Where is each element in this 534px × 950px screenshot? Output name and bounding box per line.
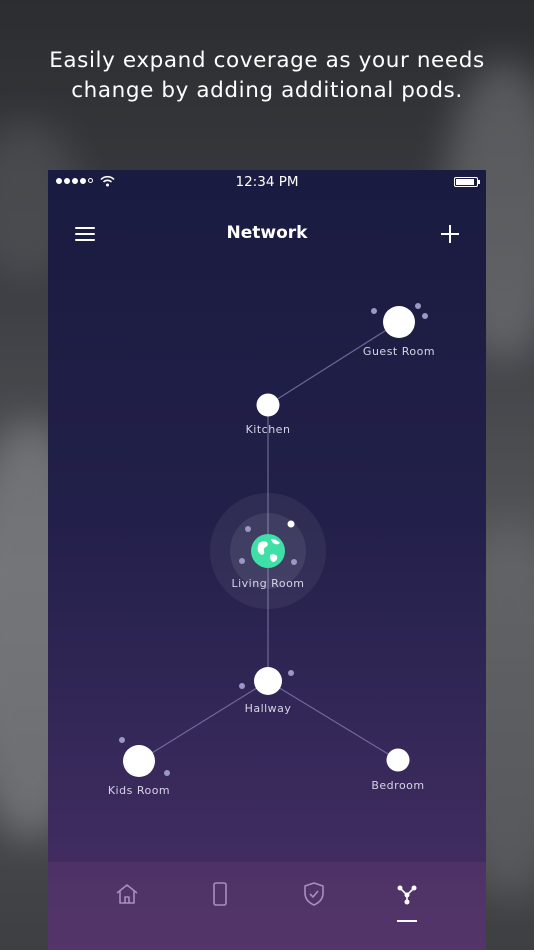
home-icon [116, 884, 138, 904]
tab-security[interactable] [294, 874, 334, 914]
tab-network[interactable] [387, 874, 427, 922]
pod-label-living-room: Living Room [231, 577, 305, 590]
pod-kitchen-node [256, 393, 280, 417]
pod-label-hallway: Hallway [244, 702, 292, 715]
link-hallway-kids [138, 680, 269, 762]
shield-check-icon [304, 882, 324, 906]
tab-home[interactable] [107, 874, 147, 914]
pod-bedroom-node [386, 748, 410, 772]
pod-label-kids-room: Kids Room [107, 784, 171, 797]
pod-guest-room-node [383, 306, 415, 338]
link-hallway-bedroom [267, 680, 399, 761]
pod-kids-room-node [123, 745, 155, 777]
tab-bar [48, 862, 486, 950]
pod-label-kitchen: Kitchen [245, 423, 291, 436]
pod-hallway-node [254, 667, 282, 695]
phone-screen: 12:34 PM Network Guest Room Kitchen Livi… [48, 170, 486, 950]
tab-devices[interactable] [200, 874, 240, 914]
phone-device-icon [213, 882, 227, 906]
pod-label-bedroom: Bedroom [371, 779, 425, 792]
promo-headline: Easily expand coverage as your needs cha… [0, 46, 534, 106]
network-topology-icon [397, 885, 417, 905]
headline-line-2: change by adding additional pods. [71, 78, 463, 103]
pod-label-guest-room: Guest Room [362, 345, 436, 358]
headline-line-1: Easily expand coverage as your needs [49, 48, 485, 73]
active-tab-indicator [397, 920, 417, 922]
network-topology-map [119, 303, 428, 777]
globe-gateway-icon [251, 534, 285, 568]
link-guest-kitchen [267, 321, 400, 406]
